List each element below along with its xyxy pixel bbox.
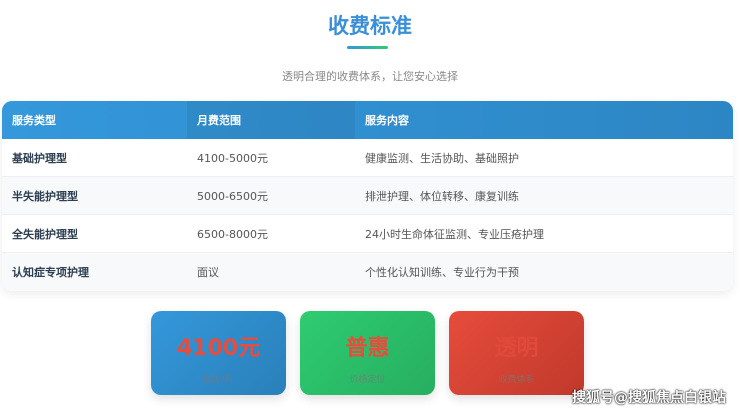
service-type: 半失能护理型 [12,189,78,203]
card-label: 价格定位 [349,375,386,385]
fee-system-card: 透明 收费体系 [449,311,584,395]
monthly-fee: 6500-8000元 [197,227,268,241]
service-content: 健康监测、生活协助、基础照护 [365,151,519,165]
title-underline [347,46,388,49]
table-header: 服务类型 月费范围 服务内容 [2,101,733,139]
table-row: 全失能护理型 6500-8000元 24小时生命体征监测、专业压疮护理 [2,215,733,253]
starting-price-card: 4100元 起价/月 [151,311,286,395]
column-header: 月费范围 [187,101,355,139]
monthly-fee: 4100-5000元 [197,151,268,165]
service-content: 个性化认知训练、专业行为干预 [365,266,519,279]
page-title: 收费标准 [328,14,412,38]
service-type: 全失能护理型 [12,227,78,241]
service-type: 认知症专项护理 [12,266,89,279]
price-positioning-card: 普惠 价格定位 [300,311,435,395]
column-header: 服务类型 [12,114,56,127]
page-subtitle: 透明合理的收费体系，让您安心选择 [282,70,458,83]
service-content: 排泄护理、体位转移、康复训练 [365,189,519,203]
card-value: 透明 [494,336,539,361]
watermark: 搜狐号@搜狐焦点白银站 [572,390,726,406]
table-row: 基础护理型 4100-5000元 健康监测、生活协助、基础照护 [2,139,733,177]
card-value: 普惠 [345,336,390,361]
table-row: 认知症专项护理 面议 个性化认知训练、专业行为干预 [2,253,733,291]
service-content: 24小时生命体征监测、专业压疮护理 [365,227,544,241]
column-header: 服务内容 [365,114,409,127]
service-type: 基础护理型 [12,151,67,165]
monthly-fee: 5000-6500元 [197,189,268,203]
monthly-fee: 面议 [197,266,219,279]
table-row: 半失能护理型 5000-6500元 排泄护理、体位转移、康复训练 [2,177,733,215]
card-label: 起价/月 [203,375,234,385]
card-label: 收费体系 [498,375,535,385]
card-value: 4100元 [176,336,261,361]
pricing-table: 服务类型 月费范围 服务内容 基础护理型 4100-5000元 健康监测、生活协… [2,101,733,291]
